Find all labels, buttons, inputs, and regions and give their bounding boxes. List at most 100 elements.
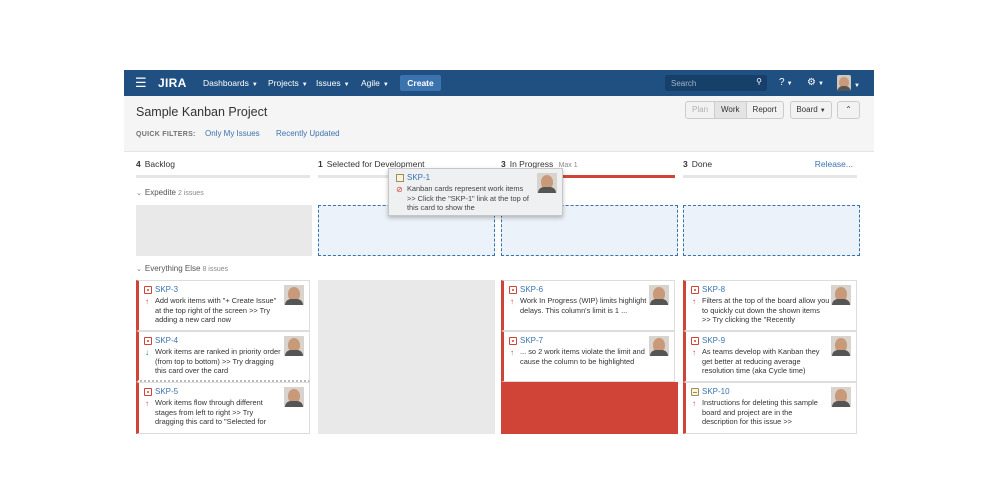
issue-summary: Work In Progress (WIP) limits highlight … [520, 296, 647, 315]
search-input[interactable] [671, 77, 751, 89]
bug-type-icon [144, 388, 152, 396]
board-label: Board [796, 105, 818, 114]
chevron-down-icon: ▼ [786, 81, 793, 87]
assignee-avatar [831, 387, 851, 407]
column-name: Backlog [144, 159, 175, 169]
issue-card-skp-6[interactable]: SKP-6 ↑ Work In Progress (WIP) limits hi… [501, 280, 675, 331]
board-header: Sample Kanban Project QUICK FILTERS: Onl… [124, 96, 874, 152]
dragging-card-skp-1[interactable]: SKP-1 ⊘ Kanban cards represent work item… [388, 168, 563, 216]
drop-zone-done[interactable] [683, 205, 860, 256]
expedite-backlog-cell [136, 205, 312, 256]
logo-text: JIRA [158, 76, 187, 90]
quick-filter-only-my-issues[interactable]: Only My Issues [205, 129, 260, 139]
bug-type-icon [144, 337, 152, 345]
swimlane-header-expedite[interactable]: ⌄ Expedite 2 issues [136, 188, 204, 199]
issue-key[interactable]: SKP-8 [702, 285, 725, 295]
column-bar [136, 175, 310, 178]
search-icon[interactable]: ⚲ [756, 77, 762, 86]
issue-key[interactable]: SKP-10 [702, 387, 730, 397]
issue-card-skp-10[interactable]: SKP-10 ↑ Instructions for deleting this … [683, 382, 857, 434]
issue-card-skp-3[interactable]: SKP-3 ↑ Add work items with "+ Create Is… [136, 280, 310, 331]
jira-logo[interactable]: JIRA [158, 76, 187, 90]
column-count: 4 [136, 159, 141, 169]
issue-key[interactable]: SKP-7 [520, 336, 543, 346]
collapse-header-button[interactable]: ⌃ [837, 101, 860, 119]
priority-high-icon: ↑ [510, 297, 514, 306]
issue-summary: Add work items with "+ Create Issue" at … [155, 296, 277, 324]
top-navigation-bar: ☰ JIRA Dashboards ▼ Projects ▼ Issues ▼ Agi… [124, 70, 874, 96]
column-header-done: 3 Done Release... [683, 158, 857, 178]
not-allowed-icon: ⊘ [396, 185, 403, 194]
assignee-avatar [831, 285, 851, 305]
swimlane-count: 8 issues [202, 266, 229, 273]
nav-projects[interactable]: Projects ▼ [268, 77, 308, 91]
mode-switcher: Plan Work Report [685, 101, 784, 119]
bug-type-icon [509, 337, 517, 345]
issue-key[interactable]: SKP-5 [155, 387, 178, 397]
release-link[interactable]: Release... [815, 158, 853, 170]
priority-low-icon: ↓ [145, 348, 149, 357]
chevron-down-icon: ▼ [251, 82, 258, 88]
column-count: 1 [318, 159, 323, 169]
issue-card-skp-7[interactable]: SKP-7 ↑ ... so 2 work items violate the … [501, 331, 675, 382]
chevron-down-icon: ⌄ [136, 266, 142, 273]
chevron-down-icon: ▼ [343, 82, 350, 88]
priority-high-icon: ↑ [145, 399, 149, 408]
nav-label: Agile [361, 78, 380, 88]
issue-key[interactable]: SKP-6 [520, 285, 543, 295]
priority-high-icon: ↑ [692, 297, 696, 306]
nav-agile[interactable]: Agile ▼ [361, 77, 389, 91]
issue-key[interactable]: SKP-4 [155, 336, 178, 346]
search-box: ⚲ [665, 75, 767, 91]
swimlane-header-everything-else[interactable]: ⌄ Everything Else 8 issues [136, 264, 228, 275]
user-avatar[interactable] [837, 75, 851, 91]
bug-type-icon [691, 337, 699, 345]
nav-issues[interactable]: Issues ▼ [316, 77, 350, 91]
issue-card-skp-4[interactable]: SKP-4 ↓ Work items are ranked in priorit… [136, 331, 310, 382]
board-menu-button[interactable]: Board ▼ [790, 101, 832, 119]
help-icon[interactable]: ? ▼ [779, 76, 793, 91]
bug-type-icon [691, 286, 699, 294]
chevron-down-icon: ▼ [301, 82, 308, 88]
nav-label: Dashboards [203, 78, 249, 88]
nav-label: Projects [268, 78, 299, 88]
issue-key[interactable]: SKP-9 [702, 336, 725, 346]
assignee-avatar [831, 336, 851, 356]
assignee-avatar [649, 336, 669, 356]
selected-column-cell [318, 280, 495, 434]
swimlane-name: Everything Else [144, 264, 201, 273]
report-mode-button[interactable]: Report [747, 102, 783, 118]
issue-summary: Filters at the top of the board allow yo… [702, 296, 830, 324]
nav-dashboards[interactable]: Dashboards ▼ [203, 77, 258, 91]
quick-filter-recently-updated[interactable]: Recently Updated [276, 129, 340, 139]
column-header-backlog: 4 Backlog [136, 158, 310, 178]
issue-summary: As teams develop with Kanban they get be… [702, 347, 820, 375]
issue-card-skp-5[interactable]: SKP-5 ↑ Work items flow through differen… [136, 382, 310, 434]
chevron-down-icon: ▼ [817, 81, 824, 87]
work-mode-button[interactable]: Work [715, 102, 747, 118]
issue-card-skp-9[interactable]: SKP-9 ↑ As teams develop with Kanban the… [683, 331, 857, 382]
app-switcher-icon[interactable]: ☰ [135, 76, 147, 90]
priority-high-icon: ↑ [510, 348, 514, 357]
assignee-avatar [284, 285, 304, 305]
issue-card-skp-8[interactable]: SKP-8 ↑ Filters at the top of the board … [683, 280, 857, 331]
chevron-down-icon[interactable]: ▼ [854, 79, 860, 93]
issue-key[interactable]: SKP-1 [407, 173, 430, 183]
plan-mode-button[interactable]: Plan [686, 102, 716, 118]
column-count: 3 [683, 159, 688, 169]
chevron-up-icon: ⌃ [845, 105, 852, 114]
bug-type-icon [509, 286, 517, 294]
quick-filters-label: QUICK FILTERS: [136, 131, 196, 138]
priority-high-icon: ↑ [692, 399, 696, 408]
create-button[interactable]: Create [400, 75, 441, 91]
issue-summary: Work items flow through different stages… [155, 398, 267, 426]
issue-summary: Instructions for deleting this sample bo… [702, 398, 818, 426]
project-title: Sample Kanban Project [136, 105, 268, 119]
task-type-icon [396, 174, 404, 182]
nav-label: Issues [316, 78, 341, 88]
swimlane-count: 2 issues [178, 190, 204, 197]
issue-key[interactable]: SKP-3 [155, 285, 178, 295]
assignee-avatar [284, 387, 304, 407]
chevron-down-icon: ▼ [819, 108, 826, 114]
gear-icon[interactable]: ⚙ ▼ [807, 76, 824, 91]
